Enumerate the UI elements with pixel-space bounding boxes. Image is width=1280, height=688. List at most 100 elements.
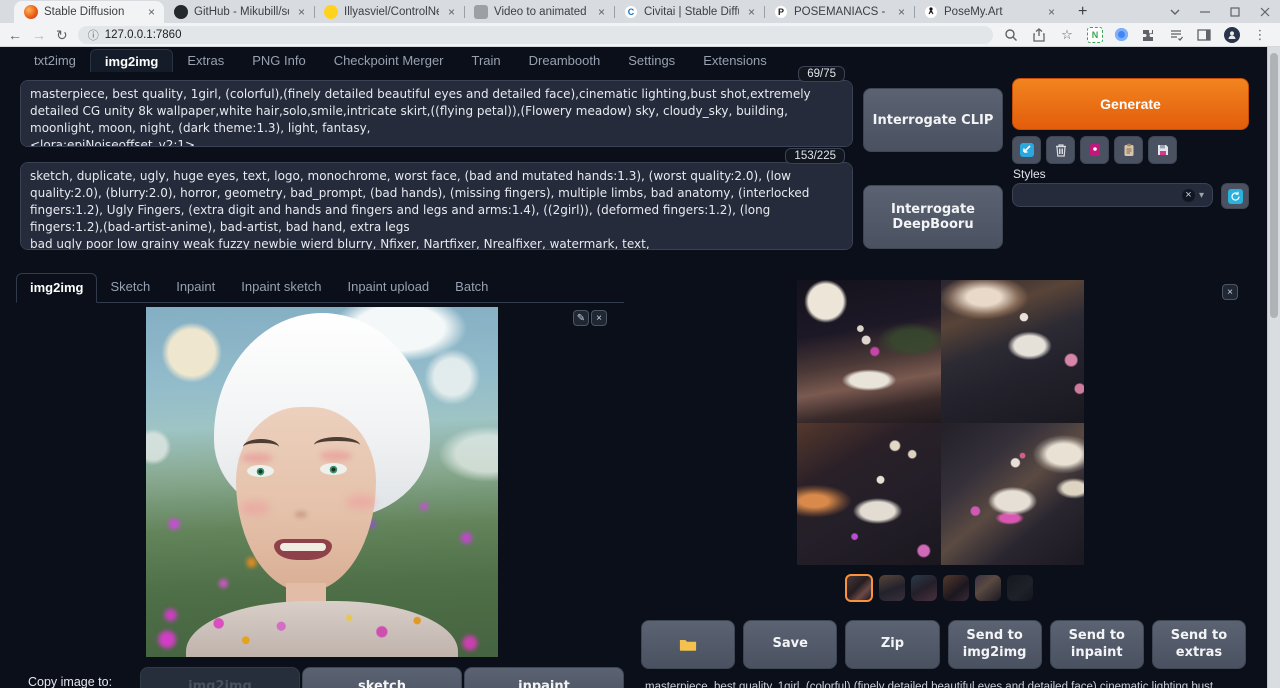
thumbnail-6[interactable]: [1007, 575, 1033, 601]
url-text: 127.0.0.1:7860: [105, 29, 182, 41]
window-maximize-button[interactable]: [1230, 7, 1240, 17]
interrogate-deepbooru-button[interactable]: Interrogate DeepBooru: [863, 185, 1003, 249]
copy-to-inpaint-button[interactable]: inpaint: [464, 667, 624, 688]
edit-image-icon[interactable]: ✎: [573, 310, 589, 326]
browser-tab-posemyart[interactable]: PoseMy.Art ×: [914, 1, 1064, 23]
browser-tab-civitai[interactable]: C Civitai | Stable Diffusion model ×: [614, 1, 764, 23]
tab-png-info[interactable]: PNG Info: [238, 49, 319, 72]
tab-train[interactable]: Train: [458, 49, 515, 72]
address-bar[interactable]: ⓘ 127.0.0.1:7860: [78, 26, 993, 44]
profile-avatar[interactable]: [1224, 27, 1240, 43]
floppy-save-icon: [1156, 143, 1170, 157]
tab-inpaint-upload[interactable]: Inpaint upload: [334, 273, 442, 302]
tab-inpaint-sketch[interactable]: Inpaint sketch: [228, 273, 334, 302]
reading-list-icon[interactable]: [1168, 27, 1184, 43]
interrogate-clip-button[interactable]: Interrogate CLIP: [863, 88, 1003, 152]
scrollbar-thumb[interactable]: [1270, 53, 1278, 318]
tab-checkpoint-merger[interactable]: Checkpoint Merger: [320, 49, 458, 72]
browser-tab-posemaniacs[interactable]: P POSEMANIACS - Royalty free 3 ×: [764, 1, 914, 23]
tab-inpaint[interactable]: Inpaint: [163, 273, 228, 302]
tab-sketch[interactable]: Sketch: [97, 273, 163, 302]
thumbnail-3[interactable]: [911, 575, 937, 601]
styles-clear-icon[interactable]: ×: [1182, 189, 1195, 202]
send-to-img2img-button[interactable]: Send to img2img: [948, 620, 1042, 669]
send-to-inpaint-button[interactable]: Send to inpaint: [1050, 620, 1144, 669]
generated-image-1[interactable]: [797, 280, 941, 423]
thumbnail-1-selected[interactable]: [845, 574, 873, 602]
generated-image-4[interactable]: [941, 423, 1085, 566]
browser-menu-icon[interactable]: ⋮: [1252, 27, 1268, 43]
share-icon[interactable]: [1031, 27, 1047, 43]
site-info-icon[interactable]: ⓘ: [88, 27, 99, 43]
thumbnail-4[interactable]: [943, 575, 969, 601]
browser-tab-stable-diffusion[interactable]: Stable Diffusion ×: [14, 1, 164, 23]
tab-title: Illyasviel/ControlNet at main: [344, 6, 439, 18]
styles-refresh-button[interactable]: [1221, 183, 1249, 209]
tab-img2img[interactable]: img2img: [90, 49, 173, 72]
portrait-mouth: [274, 539, 332, 560]
browser-tab-github[interactable]: GitHub - Mikubill/sd-webui-co ×: [164, 1, 314, 23]
forward-button[interactable]: →: [32, 28, 46, 42]
tab-close-icon[interactable]: ×: [745, 5, 758, 19]
zoom-icon[interactable]: [1003, 27, 1019, 43]
tab-dreambooth[interactable]: Dreambooth: [515, 49, 615, 72]
copy-to-img2img-button[interactable]: img2img: [140, 667, 300, 688]
side-panel-icon[interactable]: [1196, 27, 1212, 43]
tab-close-icon[interactable]: ×: [445, 5, 458, 19]
tab-extensions[interactable]: Extensions: [689, 49, 781, 72]
save-style-button[interactable]: [1148, 136, 1177, 164]
tab-close-icon[interactable]: ×: [595, 5, 608, 19]
page-scrollbar[interactable]: [1267, 47, 1280, 688]
window-minimize-button[interactable]: [1200, 7, 1210, 17]
back-button[interactable]: ←: [8, 28, 22, 42]
negative-token-counter: 153/225: [785, 148, 845, 164]
extension-n-icon[interactable]: N: [1087, 27, 1103, 43]
zip-button[interactable]: Zip: [845, 620, 939, 669]
source-image[interactable]: [146, 307, 498, 657]
prompt-input[interactable]: masterpiece, best quality, 1girl, (color…: [20, 80, 853, 147]
negative-prompt-input[interactable]: sketch, duplicate, ugly, huge eyes, text…: [20, 162, 853, 250]
folder-icon: [679, 637, 697, 652]
browser-tabstrip: Stable Diffusion × GitHub - Mikubill/sd-…: [0, 0, 1280, 23]
tab-title: PoseMy.Art: [944, 6, 1039, 18]
civitai-favicon-icon: C: [624, 5, 638, 19]
generate-button[interactable]: Generate: [1012, 78, 1249, 130]
tab-close-icon[interactable]: ×: [1045, 5, 1058, 19]
extra-networks-button[interactable]: [1080, 136, 1109, 164]
new-tab-button[interactable]: +: [1072, 3, 1093, 21]
extension-blue-icon[interactable]: [1115, 28, 1128, 41]
tab-close-icon[interactable]: ×: [295, 5, 308, 19]
window-close-button[interactable]: [1260, 7, 1270, 17]
tab-txt2img[interactable]: txt2img: [20, 49, 90, 72]
bookmark-star-icon[interactable]: ☆: [1059, 27, 1075, 43]
paste-arrow-icon: [1019, 142, 1035, 158]
copy-to-sketch-button[interactable]: sketch: [302, 667, 462, 688]
posemyart-favicon-icon: [924, 5, 938, 19]
open-folder-button[interactable]: [641, 620, 735, 669]
browser-tab-controlnet[interactable]: Illyasviel/ControlNet at main ×: [314, 1, 464, 23]
save-button[interactable]: Save: [743, 620, 837, 669]
paste-params-button[interactable]: [1012, 136, 1041, 164]
tab-img2img-mode[interactable]: img2img: [16, 273, 97, 303]
generated-image-2[interactable]: [941, 280, 1085, 423]
browser-tab-gif-converter[interactable]: Video to animated GIF converter ×: [464, 1, 614, 23]
clear-prompt-button[interactable]: [1046, 136, 1075, 164]
extensions-puzzle-icon[interactable]: [1140, 27, 1156, 43]
main-nav-tabs: txt2img img2img Extras PNG Info Checkpoi…: [20, 49, 781, 72]
tab-search-chevron-icon[interactable]: [1170, 9, 1180, 15]
tab-batch[interactable]: Batch: [442, 273, 501, 302]
clear-image-icon[interactable]: ×: [591, 310, 607, 326]
tab-extras[interactable]: Extras: [173, 49, 238, 72]
thumbnail-5[interactable]: [975, 575, 1001, 601]
tab-close-icon[interactable]: ×: [145, 5, 158, 19]
reload-button[interactable]: ↻: [56, 28, 68, 42]
send-to-extras-button[interactable]: Send to extras: [1152, 620, 1246, 669]
gallery-preview[interactable]: [797, 280, 1084, 565]
gallery-close-icon[interactable]: ×: [1222, 284, 1238, 300]
styles-dropdown[interactable]: × ▾: [1012, 183, 1213, 207]
thumbnail-2[interactable]: [879, 575, 905, 601]
apply-style-button[interactable]: [1114, 136, 1143, 164]
generated-image-3[interactable]: [797, 423, 941, 566]
tab-settings[interactable]: Settings: [614, 49, 689, 72]
tab-close-icon[interactable]: ×: [895, 5, 908, 19]
